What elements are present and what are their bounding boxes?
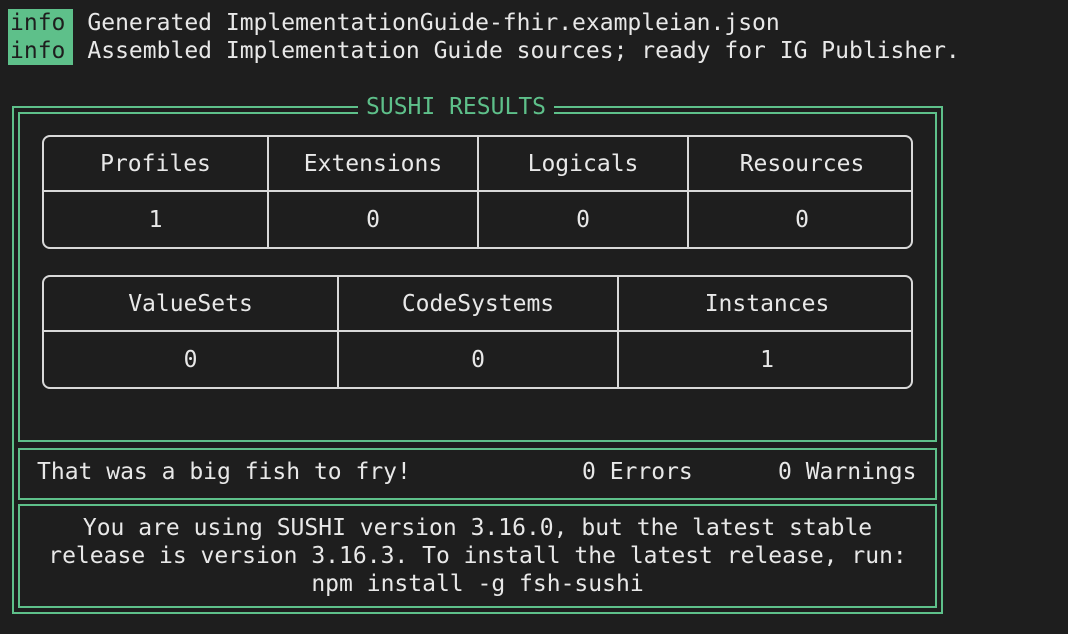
header-valuesets: ValueSets	[44, 277, 339, 332]
log-message: Assembled Implementation Guide sources; …	[87, 38, 960, 64]
header-logicals: Logicals	[479, 137, 689, 192]
value-resources: 0	[795, 206, 809, 233]
log-message: Generated ImplementationGuide-fhir.examp…	[87, 10, 780, 36]
header-resources: Resources	[689, 137, 911, 192]
summary-message: That was a big fish to fry!	[37, 459, 411, 485]
error-count: 0 Errors	[582, 459, 693, 485]
value-valuesets: 0	[44, 332, 339, 387]
header-instances: Instances	[619, 277, 911, 332]
header-codesystems: CodeSystems	[339, 277, 619, 332]
update-command: npm install -g fsh-sushi	[311, 571, 644, 597]
results-title: SUSHI RESULTS	[358, 93, 555, 121]
warning-count: 0 Warnings	[778, 459, 917, 485]
log-line-2: info Assembled Implementation Guide sourc…	[8, 37, 960, 65]
value-extensions: 0	[269, 192, 479, 247]
log-line-1: info Generated ImplementationGuide-fhir.e…	[8, 9, 780, 37]
log-level-tag: info	[8, 37, 74, 65]
log-level-tag: info	[8, 9, 74, 37]
stats-table-definitions: Profiles Extensions Logicals Resources 1…	[42, 135, 913, 249]
value-codesystems: 0	[339, 332, 619, 387]
header-extensions: Extensions	[269, 137, 479, 192]
update-line-1: You are using SUSHI version 3.16.0, but …	[82, 515, 873, 541]
header-profiles: Profiles	[44, 137, 269, 192]
value-logicals: 0	[479, 192, 689, 247]
value-profiles: 1	[44, 192, 269, 247]
stats-table-terminology: ValueSets CodeSystems Instances 0 0 1	[42, 275, 913, 389]
update-notice: You are using SUSHI version 3.16.0, but …	[20, 514, 935, 598]
update-line-2: release is version 3.16.3. To install th…	[48, 543, 907, 569]
value-instances: 1	[760, 346, 774, 373]
